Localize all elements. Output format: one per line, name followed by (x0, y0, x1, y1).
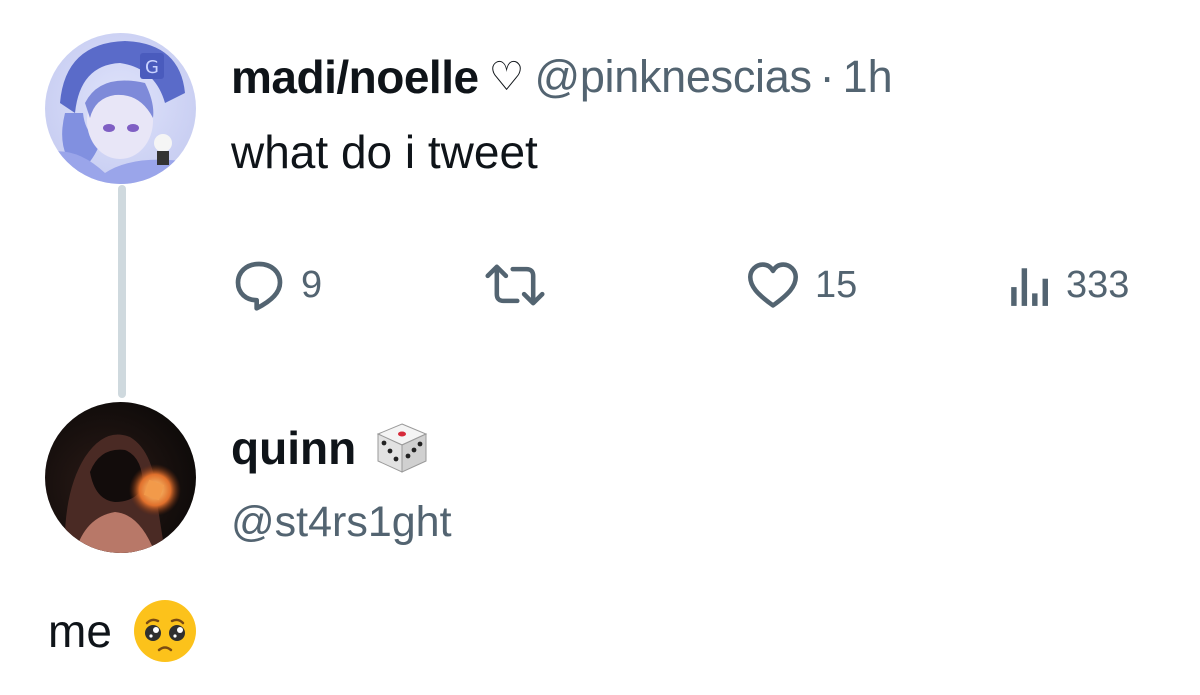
view-count: 333 (1066, 263, 1130, 306)
author-handle[interactable]: @pinknescias (534, 51, 812, 103)
views-bar-chart-icon (1011, 268, 1048, 306)
svg-text:G: G (145, 57, 159, 78)
retweet-button[interactable] (482, 255, 562, 315)
retweet-icon (485, 264, 545, 306)
reply-count: 9 (301, 263, 323, 306)
pleading-face-icon (133, 600, 196, 662)
avatar-image-hooded-figure (45, 402, 196, 553)
reply-text-row: me (48, 596, 200, 666)
thread-connector-line (118, 185, 126, 398)
dice-icon (376, 423, 428, 473)
reply-user-display-name[interactable]: quinn (231, 421, 356, 475)
reply-text: me (48, 605, 112, 657)
like-button[interactable]: 15 (745, 255, 857, 315)
reply-icon (235, 261, 283, 311)
reply-user-header: quinn (231, 418, 432, 478)
like-count: 15 (815, 263, 858, 306)
avatar[interactable] (45, 402, 196, 553)
avatar-image-anime-character: G (45, 33, 196, 184)
separator-dot: · (819, 51, 835, 102)
heart-icon (748, 262, 798, 308)
reply-button[interactable]: 9 (231, 255, 322, 315)
author-display-name[interactable]: madi/noelle (231, 50, 479, 104)
views-button[interactable]: 333 (1008, 255, 1129, 315)
heart-outline-emoji: ♡ (488, 55, 525, 99)
avatar[interactable]: G (45, 33, 196, 184)
reply-user-handle[interactable]: @st4rs1ght (231, 498, 452, 547)
tweet-header: madi/noelle ♡ @pinknescias · 1h (231, 50, 893, 104)
tweet-timestamp[interactable]: 1h (843, 51, 893, 103)
tweet-text: what do i tweet (231, 126, 538, 178)
